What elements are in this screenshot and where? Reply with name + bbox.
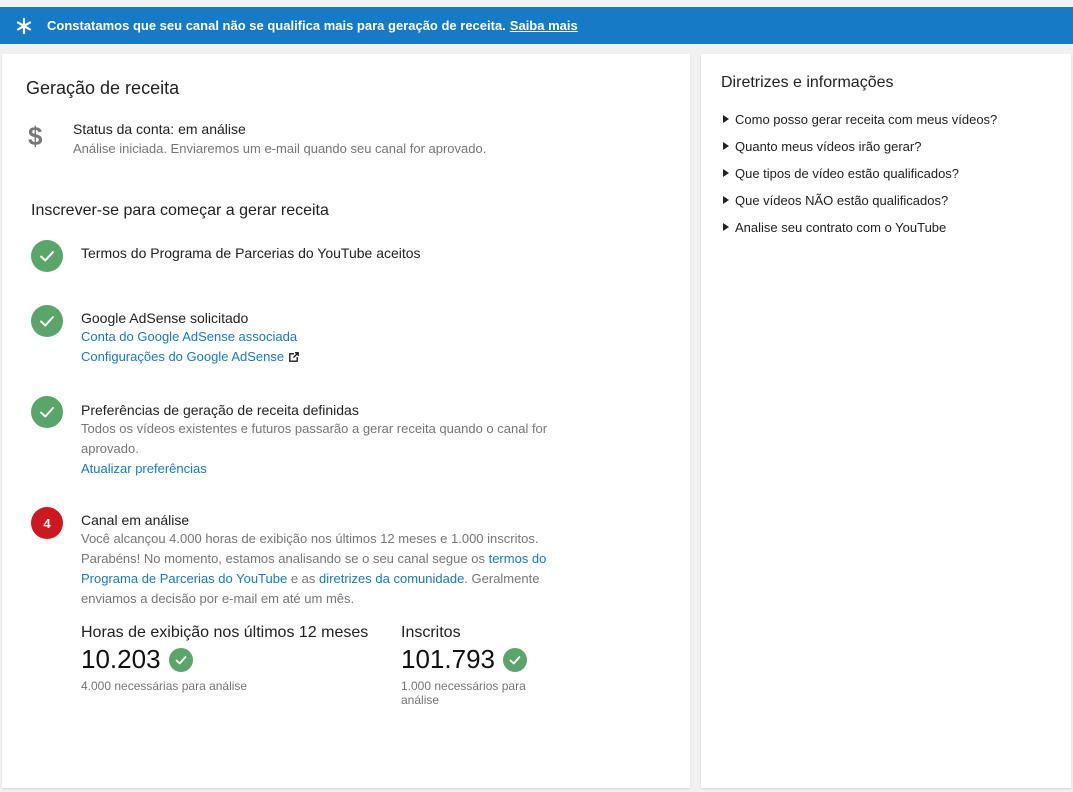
watch-hours-value: 10.203: [81, 644, 161, 674]
step-terms-title: Termos do Programa de Parcerias do YouTu…: [81, 245, 421, 261]
subscribers-metric: Inscritos 101.793 1.000 necessários para…: [401, 624, 551, 707]
step-preferences-body: Todos os vídeos existentes e futuros pas…: [81, 421, 548, 456]
guideline-item-label: Que tipos de vídeo estão qualificados?: [735, 166, 960, 181]
guideline-item[interactable]: Quanto meus vídeos irão gerar?: [723, 139, 997, 166]
step-adsense-title: Google AdSense solicitado: [81, 310, 249, 326]
subscribers-label: Inscritos: [401, 624, 461, 641]
triangle-right-icon: [723, 196, 729, 204]
adsense-account-link[interactable]: Conta do Google AdSense associada: [81, 327, 297, 347]
step-preferences: Preferências de geração de receita defin…: [81, 401, 556, 479]
step-number-badge: 4: [31, 507, 63, 539]
check-circle-icon: [31, 240, 63, 272]
account-status-detail: Análise iniciada. Enviaremos um e-mail q…: [73, 141, 487, 156]
step-preferences-title: Preferências de geração de receita defin…: [81, 402, 359, 418]
guideline-item-label: Que vídeos NÃO estão qualificados?: [735, 193, 949, 208]
check-circle-icon: [168, 647, 193, 672]
guideline-item[interactable]: Analise seu contrato com o YouTube: [723, 220, 997, 247]
community-guidelines-link[interactable]: diretrizes da comunidade: [319, 571, 464, 586]
guidelines-title: Diretrizes e informações: [721, 74, 894, 91]
triangle-right-icon: [723, 115, 729, 123]
step-review: Canal em análise Você alcançou 4.000 hor…: [81, 511, 556, 609]
step-terms: Termos do Programa de Parcerias do YouTu…: [81, 244, 556, 262]
watch-hours-note: 4.000 necessárias para análise: [81, 679, 248, 693]
subscribers-row: 101.793: [401, 644, 551, 675]
triangle-right-icon: [723, 169, 729, 177]
section-heading: Inscrever-se para começar a gerar receit…: [31, 202, 329, 219]
step-adsense: Google AdSense solicitado Conta do Googl…: [81, 309, 556, 367]
account-status: Status da conta: em análise: [73, 121, 246, 137]
review-text-1: Você alcançou 4.000 horas de exibição no…: [81, 531, 539, 566]
step-review-body: Você alcançou 4.000 horas de exibição no…: [81, 529, 556, 609]
guidelines-list: Como posso gerar receita com meus vídeos…: [723, 112, 997, 247]
external-link-icon: [289, 352, 300, 362]
update-preferences-link[interactable]: Atualizar preferências: [81, 459, 207, 479]
banner-learn-more-link[interactable]: Saiba mais: [510, 18, 578, 33]
check-circle-icon: [31, 305, 63, 337]
subscribers-note: 1.000 necessários para análise: [401, 679, 526, 707]
adsense-settings-label: Configurações do Google AdSense: [81, 349, 285, 364]
dollar-icon: $: [28, 121, 43, 151]
guidelines-panel: Diretrizes e informações Como posso gera…: [701, 54, 1071, 788]
watch-hours-label: Horas de exibição nos últimos 12 meses: [81, 624, 369, 641]
guideline-item[interactable]: Como posso gerar receita com meus vídeos…: [723, 112, 997, 139]
adsense-settings-link[interactable]: Configurações do Google AdSense: [81, 347, 300, 367]
guideline-item[interactable]: Que vídeos NÃO estão qualificados?: [723, 193, 997, 220]
review-text-2: e as: [290, 571, 316, 586]
triangle-right-icon: [723, 142, 729, 150]
monetization-panel: Geração de receita $ Status da conta: em…: [2, 54, 690, 788]
step-review-title: Canal em análise: [81, 512, 190, 528]
watch-hours-row: 10.203: [81, 644, 381, 675]
page-title: Geração de receita: [26, 78, 180, 98]
guideline-item-label: Quanto meus vídeos irão gerar?: [735, 139, 922, 154]
notice-banner: Constatamos que seu canal não se qualifi…: [0, 7, 1073, 44]
check-circle-icon: [31, 396, 63, 428]
guideline-item-label: Analise seu contrato com o YouTube: [735, 220, 947, 235]
banner-message: Constatamos que seu canal não se qualifi…: [47, 18, 506, 33]
asterisk-icon: [0, 17, 47, 34]
triangle-right-icon: [723, 223, 729, 231]
guideline-item-label: Como posso gerar receita com meus vídeos…: [735, 112, 998, 127]
subscribers-value: 101.793: [401, 644, 495, 674]
guideline-item[interactable]: Que tipos de vídeo estão qualificados?: [723, 166, 997, 193]
check-circle-icon: [502, 647, 527, 672]
watch-hours-metric: Horas de exibição nos últimos 12 meses 1…: [81, 624, 381, 693]
